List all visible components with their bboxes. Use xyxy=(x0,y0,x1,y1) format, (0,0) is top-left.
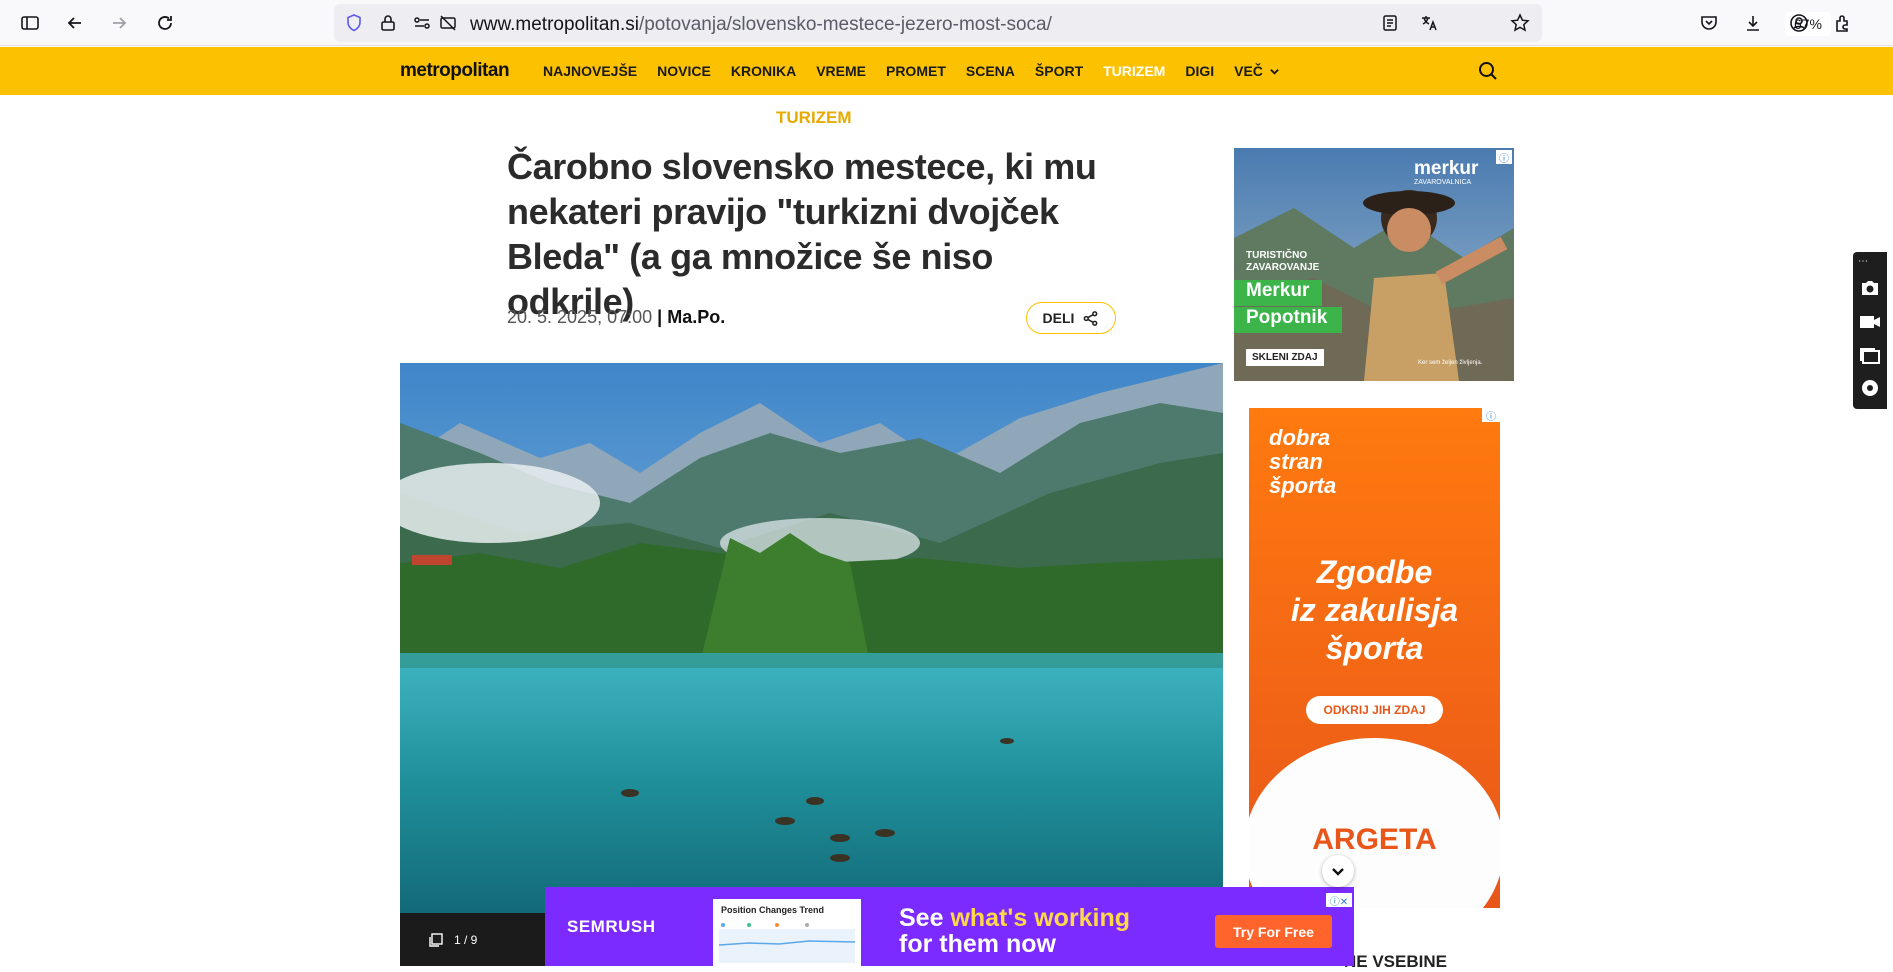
nav-item-najnovejše[interactable]: NAJNOVEJŠE xyxy=(543,63,637,79)
share-button[interactable]: DELI xyxy=(1026,302,1116,334)
banner-headline: See what's working for them now xyxy=(899,904,1131,958)
nav-menu: NAJNOVEJŠE NOVICE KRONIKA VREME PROMET SCENA Š… xyxy=(543,63,1300,79)
chevron-down-icon xyxy=(1332,868,1344,876)
video-icon[interactable] xyxy=(1858,310,1882,334)
preview-title: Position Changes Trend xyxy=(721,905,825,915)
argeta-headline: Zgodbe iz zakulisja športa xyxy=(1290,554,1459,666)
banner-preview-chart: Position Changes Trend xyxy=(713,899,861,966)
account-icon[interactable] xyxy=(1785,9,1813,37)
camera-icon[interactable] xyxy=(1858,276,1882,300)
merkur-tag2: ZAVAROVANJE xyxy=(1246,262,1320,273)
argeta-brand: ARGETA xyxy=(1312,823,1437,856)
ad-argeta[interactable]: dobra stran športa Zgodbe iz zakulisja šport… xyxy=(1249,408,1500,908)
nav-item-novice[interactable]: NOVICE xyxy=(657,63,711,79)
address-bar[interactable]: www.metropolitan.si/potovanja/slovensko-… xyxy=(334,4,1831,42)
nav-item-digi[interactable]: DIGI xyxy=(1185,63,1214,79)
article-hero-image[interactable] xyxy=(400,363,1223,913)
nav-item-kronika[interactable]: KRONIKA xyxy=(731,63,796,79)
site-nav: metropolitan NAJNOVEJŠE NOVICE KRONIKA VREM… xyxy=(0,47,1893,95)
window-icon[interactable] xyxy=(1858,344,1882,368)
argeta-cta-button[interactable]: ODKRIJ JIH ZDAJ xyxy=(1306,696,1443,724)
browser-toolbar: www.metropolitan.si/potovanja/slovensko-… xyxy=(0,0,1893,46)
article-author[interactable]: Ma.Po. xyxy=(667,307,725,327)
forward-icon[interactable] xyxy=(105,9,133,37)
sticky-banner-ad[interactable]: SEMRUSH Position Changes Trend See what'… xyxy=(545,887,1354,966)
nav-item-več[interactable]: VEČ xyxy=(1234,63,1280,79)
nav-item-promet[interactable]: PROMET xyxy=(886,63,946,79)
ad-choices-icon[interactable]: ⓘ✕ xyxy=(1326,893,1352,908)
gallery-counter[interactable]: 1 / 9 xyxy=(400,913,550,966)
semrush-logo: SEMRUSH xyxy=(567,917,656,936)
translate-icon[interactable] xyxy=(1415,9,1443,37)
site-logo[interactable]: metropolitan xyxy=(400,60,510,82)
merkur-cta-button[interactable]: SKLENI ZDAJ xyxy=(1246,349,1324,366)
merkur-brand: merkur xyxy=(1414,158,1479,179)
article-category[interactable]: TURIZEM xyxy=(776,108,852,128)
url-text[interactable]: www.metropolitan.si/potovanja/slovensko-… xyxy=(470,14,1052,36)
merkur-tag1: TURISTIČNO xyxy=(1246,250,1308,261)
pocket-icon[interactable] xyxy=(1695,9,1723,37)
nav-item-turizem[interactable]: TURIZEM xyxy=(1103,63,1165,79)
reader-view-icon[interactable] xyxy=(1376,9,1404,37)
ad-choices-icon[interactable]: ⓘ xyxy=(1482,408,1500,423)
back-icon[interactable] xyxy=(61,9,89,37)
merkur-slogan: Ker sem željen življenja. xyxy=(1418,360,1483,366)
banner-collapse-button[interactable] xyxy=(1322,855,1354,887)
meta-separator: | xyxy=(657,307,663,327)
extensions-icon[interactable] xyxy=(1829,9,1857,37)
merkur-product2: Popotnik xyxy=(1234,307,1342,333)
argeta-top-text: dobra stran športa xyxy=(1269,425,1337,498)
nav-item-šport[interactable]: ŠPORT xyxy=(1035,63,1083,79)
more-icon[interactable]: ⋯ xyxy=(1858,256,1882,267)
lock-icon[interactable] xyxy=(374,9,402,37)
merkur-product1: Merkur xyxy=(1234,280,1322,306)
article-meta: 20. 5. 2025, 07:00 | Ma.Po. xyxy=(507,307,725,328)
gear-icon[interactable] xyxy=(1858,376,1882,400)
ad-merkur[interactable]: merkur ZAVAROVALNICA TURISTIČNO ZAVAROVA… xyxy=(1234,148,1514,381)
downloads-icon[interactable] xyxy=(1739,9,1767,37)
reload-icon[interactable] xyxy=(151,9,179,37)
banner-cta-button[interactable]: Try For Free xyxy=(1215,915,1332,948)
share-icon xyxy=(1084,310,1098,326)
bookmark-star-icon[interactable] xyxy=(1506,9,1534,37)
nav-item-scena[interactable]: SCENA xyxy=(966,63,1015,79)
ad-choices-icon[interactable]: ⓘ xyxy=(1496,150,1512,165)
gallery-counter-text: 1 / 9 xyxy=(454,932,478,947)
article-title: Čarobno slovensko mestece, ki mu nekater… xyxy=(507,146,1097,322)
article-date: 20. 5. 2025, 07:00 xyxy=(507,307,653,327)
share-label: DELI xyxy=(1042,310,1075,326)
sidebar-toggle-icon[interactable] xyxy=(16,9,44,37)
floating-capture-toolbar: ⋯ xyxy=(1853,252,1887,409)
sidebar-heading: NE VSEBINE xyxy=(1344,952,1447,971)
shield-icon[interactable] xyxy=(340,9,368,37)
tracking-blocked-icon[interactable] xyxy=(434,9,462,37)
gallery-icon xyxy=(429,932,443,947)
merkur-brand-sub: ZAVAROVALNICA xyxy=(1414,179,1472,186)
search-icon[interactable] xyxy=(1476,59,1500,83)
permissions-icon[interactable] xyxy=(408,9,436,37)
nav-item-vreme[interactable]: VREME xyxy=(816,63,866,79)
chevron-down-icon xyxy=(1270,68,1279,75)
